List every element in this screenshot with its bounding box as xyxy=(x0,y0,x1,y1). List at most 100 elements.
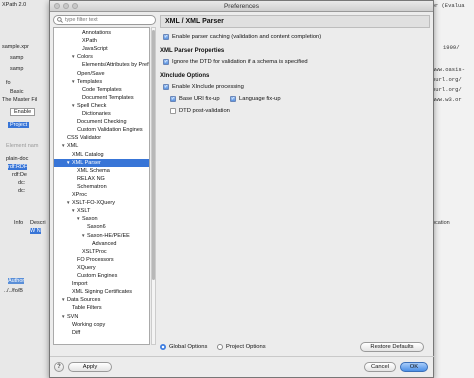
ignore-dtd-checkbox[interactable]: ✓ Ignore the DTD for validation if a sch… xyxy=(163,59,308,65)
tree-item[interactable]: Custom Validation Engines xyxy=(54,126,149,134)
tree-item[interactable]: ▼ Saxon-HE/PE/EE xyxy=(54,232,149,240)
minimize-window-icon[interactable] xyxy=(63,3,69,9)
section-title: XInclude Options xyxy=(160,73,210,79)
bg-text: fo xyxy=(6,80,11,86)
tree-item[interactable]: JavaScript xyxy=(54,45,149,53)
tree-item[interactable]: ▼ Saxon xyxy=(54,215,149,223)
restore-defaults-button[interactable]: Restore Defaults xyxy=(360,342,424,352)
bg-button: Enable xyxy=(10,108,36,116)
checkbox-label: Ignore the DTD for validation if a schem… xyxy=(172,59,308,65)
bg-text: Author xyxy=(8,278,25,284)
tree-item-label: Document Templates xyxy=(82,94,134,101)
radio-label: Global Options xyxy=(169,344,208,350)
tree-item-label: XSLTProc xyxy=(82,248,107,255)
bg-text: plain-doc xyxy=(6,156,29,162)
radio-selected-icon xyxy=(160,344,166,350)
global-options-radio[interactable]: Global Options xyxy=(160,344,207,350)
tree-item[interactable]: Import xyxy=(54,280,149,288)
preferences-tree: Annotations XPath JavaScript ▼ Colors Element… xyxy=(53,27,150,345)
zoom-window-icon[interactable] xyxy=(72,3,78,9)
tree-item-label: Import xyxy=(72,281,88,288)
tree-item[interactable]: Custom Engines xyxy=(54,272,149,280)
tree-item[interactable]: ▼ Spell Check xyxy=(54,102,149,110)
tree-item[interactable]: ▼ SVN xyxy=(54,313,149,321)
tree-item-label: Custom Engines xyxy=(77,273,118,279)
bg-text: ../../fo/B xyxy=(4,288,23,294)
tree-item-label: RELAX NG xyxy=(77,175,105,182)
close-window-icon[interactable] xyxy=(54,3,60,9)
tree-item[interactable]: ▼ Colors xyxy=(54,53,149,61)
tree-item[interactable]: ▼ Templates xyxy=(54,78,149,86)
tree-item[interactable]: CSS Validator xyxy=(54,134,149,142)
title-bar: Preferences xyxy=(50,1,433,12)
base-uri-fixup-checkbox[interactable]: ✓ Base URI fix-up xyxy=(170,96,220,102)
tree-item[interactable]: ▼ XML xyxy=(54,142,149,150)
tree-item-label: XML xyxy=(67,143,79,150)
tree-item[interactable]: XQuery xyxy=(54,264,149,272)
tree-item[interactable]: Open/Save xyxy=(54,70,149,78)
checkbox-check-icon: ✓ xyxy=(163,84,169,90)
tree-item[interactable]: XProc xyxy=(54,191,149,199)
cancel-button[interactable]: Cancel xyxy=(364,362,396,372)
enable-xinclude-checkbox[interactable]: ✓ Enable XInclude processing xyxy=(163,84,244,90)
checkbox-label: Enable XInclude processing xyxy=(172,84,244,90)
tree-item-label: CSS Validator xyxy=(67,135,102,142)
checkbox-label: Enable parser caching (validation and co… xyxy=(172,34,322,40)
tree-item[interactable]: ▼ XML Parser xyxy=(54,158,149,167)
tree-item[interactable]: XML Catalog xyxy=(54,151,149,159)
checkbox-label: Language fix-up xyxy=(239,96,281,102)
tree-scrollbar[interactable] xyxy=(151,27,156,345)
tree-item-label: XML Parser xyxy=(72,159,101,166)
ok-button[interactable]: OK xyxy=(400,362,428,372)
language-fixup-checkbox[interactable]: ✓ Language fix-up xyxy=(230,96,281,102)
tree-item[interactable]: Dictionaries xyxy=(54,110,149,118)
dtd-post-validation-checkbox[interactable]: ✓ DTD post-validation xyxy=(170,108,230,114)
tree-item-label: Dictionaries xyxy=(82,111,111,117)
tree-item-label: Custom Validation Engines xyxy=(77,127,143,134)
tree-item-label: Schematron xyxy=(77,183,107,190)
tree-item[interactable]: Annotations xyxy=(54,29,149,37)
tree-item[interactable]: RELAX NG xyxy=(54,175,149,183)
tree-item[interactable]: Schematron xyxy=(54,183,149,191)
tree-item[interactable]: XML Schema xyxy=(54,167,149,175)
help-button[interactable]: ? xyxy=(54,362,64,372)
tree-item-label: FO Processors xyxy=(77,256,114,263)
tree-item-label: SVN xyxy=(67,313,79,320)
filter-box[interactable] xyxy=(53,15,156,25)
tree-item[interactable]: ▼ XSLT xyxy=(54,207,149,215)
tree-item-label: JavaScript xyxy=(82,46,108,53)
tree-item-label: XML Signing Certificates xyxy=(72,289,133,296)
tree-item[interactable]: ▼ XSLT-FO-XQuery xyxy=(54,199,149,207)
tree-item[interactable]: Diff xyxy=(54,329,149,337)
tree-item[interactable]: Code Templates xyxy=(54,86,149,94)
tree-item-label: XSLT xyxy=(77,208,91,215)
tree-item[interactable]: Document Checking xyxy=(54,118,149,126)
tree-item-label: XML Catalog xyxy=(72,151,104,158)
tree-item[interactable]: Table Filters xyxy=(54,304,149,312)
scrollbar-thumb[interactable] xyxy=(152,30,155,280)
tree-item-label: Saxon xyxy=(82,216,98,223)
tree-item-label: XSLT-FO-XQuery xyxy=(72,200,115,207)
tree-item-label: Advanced xyxy=(92,240,117,247)
tree-item[interactable]: XSLTProc xyxy=(54,248,149,256)
bg-text: samp xyxy=(10,66,24,72)
checkbox-check-icon: ✓ xyxy=(163,34,169,40)
tree-item-label: XQuery xyxy=(77,264,96,271)
tree-item[interactable]: XML Signing Certificates xyxy=(54,288,149,296)
tree-item[interactable]: Elements/Attributes by Prefix xyxy=(54,61,149,69)
apply-button[interactable]: Apply xyxy=(68,362,112,372)
window-controls xyxy=(54,3,78,9)
filter-input[interactable] xyxy=(65,17,145,23)
enable-parser-caching-checkbox[interactable]: ✓ Enable parser caching (validation and … xyxy=(163,34,321,40)
bg-text: XPath 2.0 xyxy=(2,2,27,8)
tree-item[interactable]: Saxon6 xyxy=(54,223,149,231)
tree-item[interactable]: Document Templates xyxy=(54,94,149,102)
tree-item[interactable]: Working copy xyxy=(54,321,149,329)
tree-item[interactable]: Advanced xyxy=(54,240,149,248)
project-options-radio[interactable]: Project Options xyxy=(217,344,266,350)
tree-item[interactable]: ▼ Data Sources xyxy=(54,296,149,304)
tree-item[interactable]: XPath xyxy=(54,37,149,45)
tree-item-label: Document Checking xyxy=(77,119,127,126)
tree-item[interactable]: FO Processors xyxy=(54,256,149,264)
tree-item-label: Working copy xyxy=(72,321,106,328)
